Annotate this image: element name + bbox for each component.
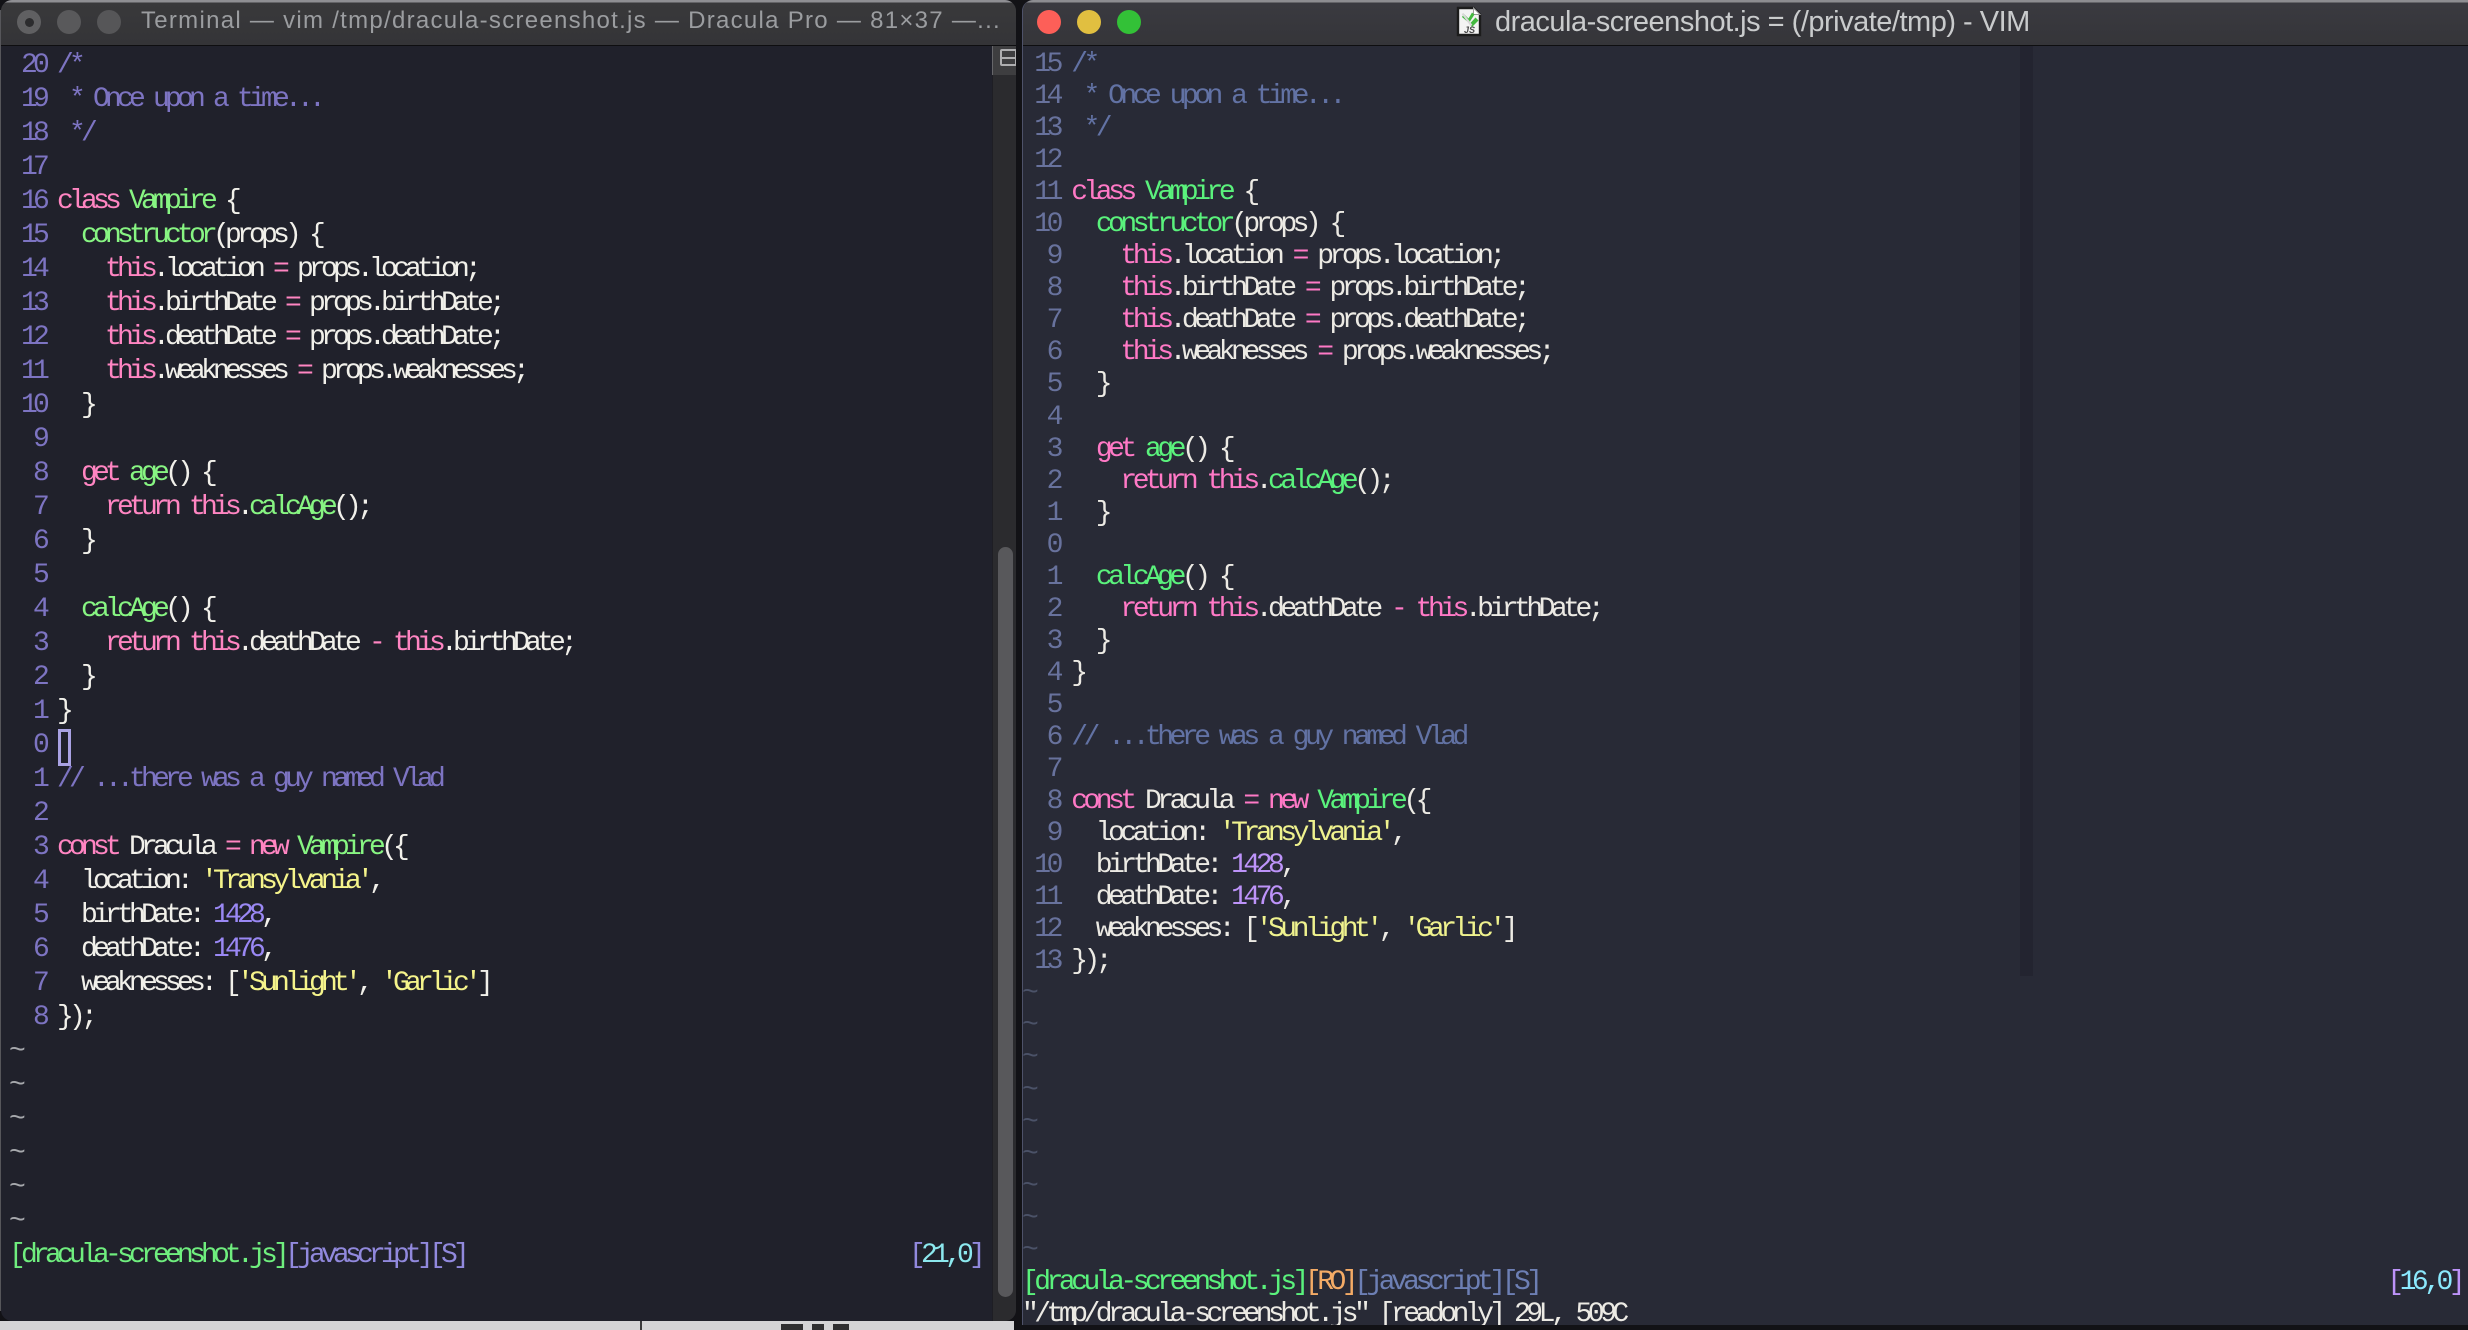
svg-text:JS: JS <box>1464 25 1475 35</box>
